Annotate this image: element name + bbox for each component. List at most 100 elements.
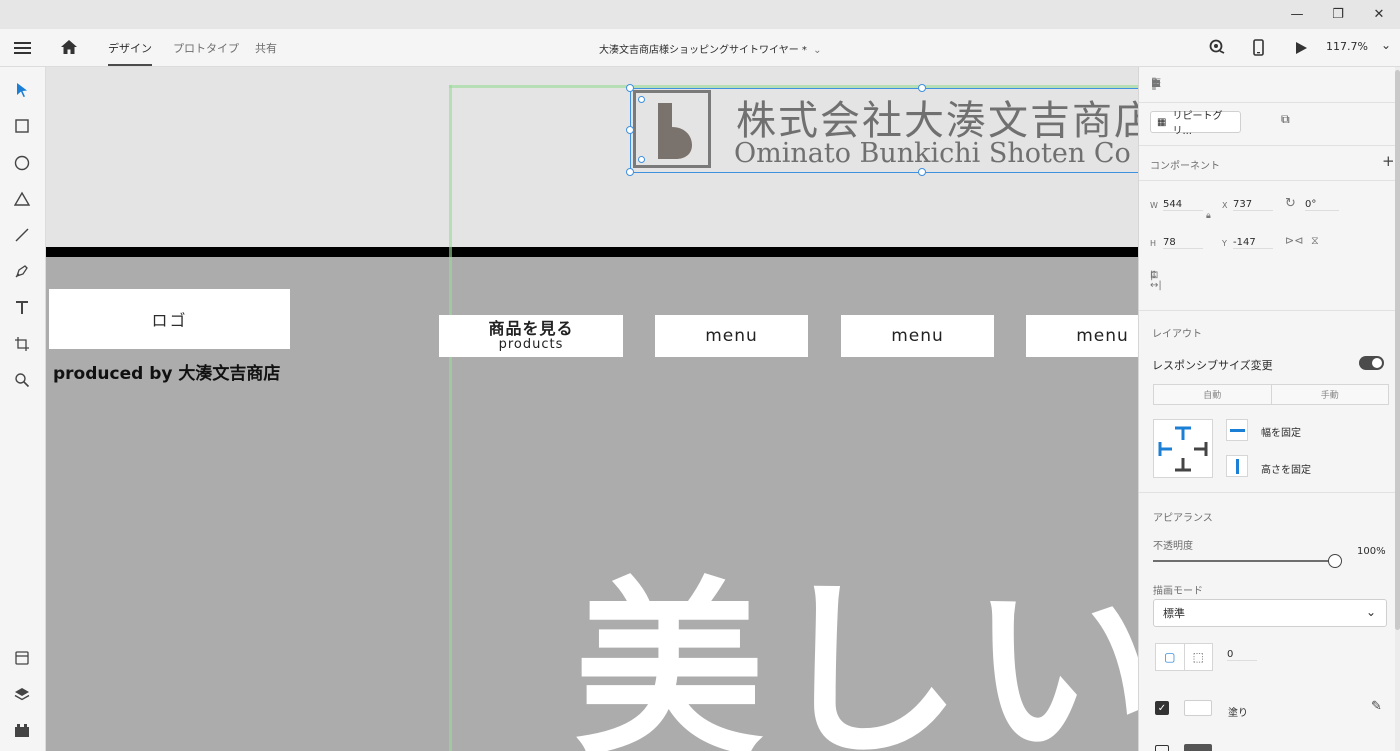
y-label: Y (1222, 239, 1227, 248)
logo-placeholder-text: ロゴ (151, 311, 188, 330)
nav-menu-label: menu (705, 326, 758, 346)
repeat-grid-button[interactable]: ▦ リピートグリ... (1150, 111, 1241, 137)
fit-content-icon[interactable]: ⊡ (1150, 271, 1158, 281)
text-tool-icon[interactable] (11, 297, 33, 319)
assets-icon[interactable] (11, 647, 33, 669)
corner-radius-handle[interactable] (638, 156, 645, 163)
flip-horizontal-icon[interactable]: ⊳⊲ (1285, 235, 1303, 246)
blend-mode-label: 描画モード (1153, 586, 1203, 597)
company-logo[interactable]: 株式会社大湊文吉商店 Ominato Bunkichi Shoten Co (630, 88, 1138, 172)
nav-menu-label: menu (1076, 326, 1129, 346)
repeat-grid-label: リピートグリ... (1172, 111, 1223, 137)
tab-share[interactable]: 共有 (255, 40, 277, 56)
window-title-bar: — ❐ ✕ (0, 0, 1400, 29)
fix-height-toggle[interactable] (1226, 455, 1248, 477)
artboard-tool-icon[interactable] (11, 333, 33, 355)
lock-aspect-icon[interactable]: 🔒︎ (1206, 212, 1211, 221)
restore-button[interactable]: ❐ (1317, 0, 1359, 29)
individual-corner-icon[interactable]: ⬚ (1185, 644, 1213, 670)
layers-icon[interactable] (11, 683, 33, 705)
responsive-resize-toggle[interactable] (1359, 356, 1384, 370)
fill-color-swatch[interactable] (1184, 700, 1212, 716)
blend-mode-value: 標準 (1163, 607, 1185, 620)
constraints-widget[interactable] (1153, 419, 1213, 478)
zoom-tool-icon[interactable] (11, 369, 33, 391)
document-title-text: 大湊文吉商店様ショッピングサイトワイヤー * (599, 45, 807, 56)
x-field[interactable]: 737 (1233, 199, 1273, 211)
user-icon[interactable] (1208, 39, 1226, 60)
corner-radius-field[interactable]: 0 (1227, 649, 1257, 661)
device-preview-icon[interactable] (1253, 39, 1265, 60)
logo-placeholder[interactable]: ロゴ (49, 289, 290, 349)
zoom-level[interactable]: 117.7% (1326, 40, 1368, 53)
layout-guide-vertical (449, 85, 452, 751)
fix-height-icon (1235, 458, 1239, 474)
fix-width-toggle[interactable] (1226, 419, 1248, 441)
resize-handle[interactable] (918, 84, 926, 92)
border-checkbox[interactable] (1155, 745, 1169, 751)
nav-menu-button-2[interactable]: menu (841, 315, 994, 357)
polygon-tool-icon[interactable] (11, 188, 33, 210)
repeat-grid-icon: ▦ (1157, 116, 1167, 128)
border-color-swatch[interactable] (1184, 744, 1212, 751)
property-inspector: ⊤ ⊢ ⊥ ‖ ⊏ ≑ ⊐ ≡ ▦ リピートグリ... ⧉ ⧉ ⧉ ⧉ コンポー… (1138, 67, 1400, 751)
divider (1139, 492, 1400, 493)
flip-vertical-icon[interactable]: ⧖ (1311, 235, 1319, 246)
tab-design[interactable]: デザイン (108, 40, 152, 66)
resize-handle[interactable] (626, 84, 634, 92)
hero-text[interactable]: 美しい石 (574, 577, 1138, 751)
plugins-icon[interactable] (11, 719, 33, 741)
tab-prototype[interactable]: プロトタイプ (173, 40, 239, 56)
play-icon[interactable] (1295, 40, 1308, 59)
opacity-slider-track[interactable] (1153, 560, 1333, 562)
pen-tool-icon[interactable] (11, 260, 33, 282)
rectangle-tool-icon[interactable] (11, 115, 33, 137)
tool-sidebar (0, 67, 46, 751)
blend-mode-select[interactable]: 標準 ⌄ (1153, 599, 1387, 627)
chevron-down-icon: ⌄ (1365, 605, 1376, 619)
nav-products-sublabel: products (498, 336, 564, 352)
corner-radius-handle[interactable] (638, 96, 645, 103)
fill-checkbox[interactable]: ✓ (1155, 701, 1169, 715)
distribute-horizontal-icon[interactable]: ≡ (1151, 77, 1161, 89)
rotation-field[interactable]: 0° (1305, 199, 1339, 211)
hamburger-menu-icon[interactable] (14, 40, 32, 59)
width-field[interactable]: 544 (1163, 199, 1203, 211)
zoom-dropdown-icon[interactable]: ⌄ (1381, 38, 1391, 52)
manual-option[interactable]: 手動 (1272, 385, 1389, 404)
nav-menu-label: menu (891, 326, 944, 346)
document-title[interactable]: 大湊文吉商店様ショッピングサイトワイヤー * ⌄ (599, 41, 821, 56)
add-component-icon[interactable]: + (1382, 154, 1395, 169)
nav-products-label: 商品を見る (488, 318, 574, 338)
close-window-button[interactable]: ✕ (1358, 0, 1400, 29)
x-label: X (1222, 201, 1228, 210)
opacity-slider-thumb[interactable] (1328, 554, 1342, 568)
h-label: H (1150, 239, 1157, 248)
home-icon[interactable] (60, 39, 78, 59)
panel-scrollbar-thumb[interactable] (1395, 70, 1400, 630)
minimize-button[interactable]: — (1276, 0, 1318, 29)
opacity-label: 不透明度 (1153, 541, 1193, 552)
height-field[interactable]: 78 (1163, 237, 1203, 249)
resize-handle[interactable] (626, 126, 634, 134)
logo-mark-icon (633, 90, 711, 168)
opacity-value[interactable]: 100% (1357, 546, 1386, 557)
eyedropper-icon[interactable]: ✎ (1371, 700, 1382, 713)
produced-by-text: produced by 大湊文吉商店 (53, 364, 281, 384)
design-canvas[interactable]: 株式会社大湊文吉商店 Ominato Bunkichi Shoten Co ロゴ… (46, 67, 1138, 751)
line-tool-icon[interactable] (11, 224, 33, 246)
fix-width-label: 幅を固定 (1261, 428, 1301, 439)
resize-handle[interactable] (626, 168, 634, 176)
uniform-corner-icon[interactable]: ▢ (1156, 644, 1185, 670)
ellipse-tool-icon[interactable] (11, 152, 33, 174)
layout-guide-horizontal (449, 85, 1138, 88)
nav-menu-button-1[interactable]: menu (655, 315, 808, 357)
boolean-exclude-icon[interactable]: ⧉ (1281, 113, 1290, 125)
select-tool-icon[interactable] (11, 79, 33, 101)
header-divider (46, 247, 1138, 257)
auto-option[interactable]: 自動 (1154, 385, 1272, 404)
y-field[interactable]: -147 (1233, 237, 1273, 249)
nav-menu-button-3[interactable]: menu (1026, 315, 1138, 357)
nav-products-button[interactable]: 商品を見る products (439, 315, 623, 357)
resize-handle[interactable] (918, 168, 926, 176)
